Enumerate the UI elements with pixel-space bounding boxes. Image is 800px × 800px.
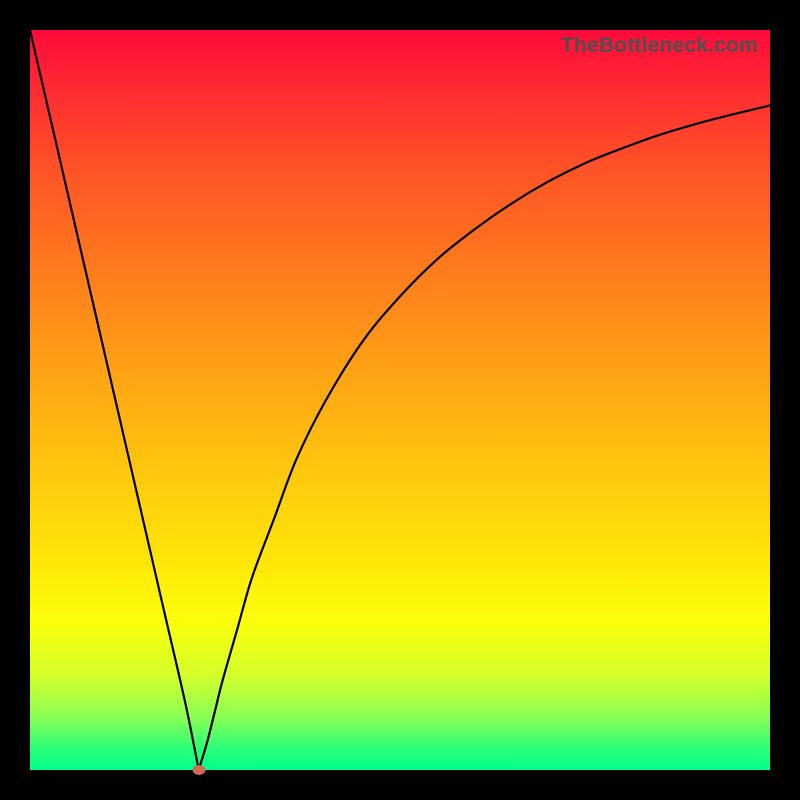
chart-frame: TheBottleneck.com — [0, 0, 800, 800]
curve-layer — [30, 30, 770, 770]
minimum-marker — [192, 765, 205, 775]
plot-area: TheBottleneck.com — [30, 30, 770, 770]
bottleneck-curve — [30, 30, 770, 770]
